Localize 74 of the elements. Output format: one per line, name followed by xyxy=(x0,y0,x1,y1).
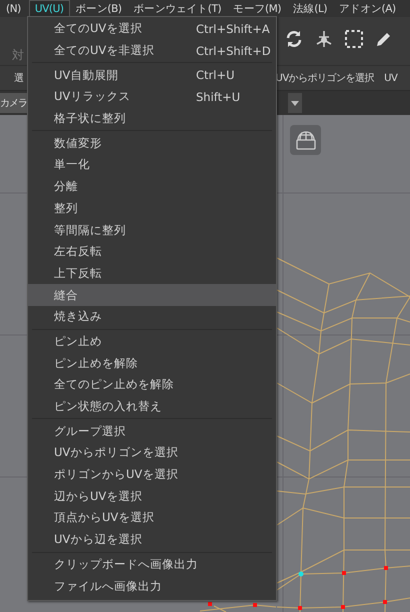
menu-item[interactable]: 格子状に整列 xyxy=(28,108,276,130)
menu-item[interactable]: 頂点からUVを選択 xyxy=(28,507,276,529)
menu-bar-item[interactable]: ボーンウェイト(T) xyxy=(128,0,228,17)
menu-item[interactable]: 縫合 xyxy=(28,284,276,306)
live-button[interactable] xyxy=(290,125,321,155)
menu-item-label: ピン止めを解除 xyxy=(54,356,138,371)
menu-item[interactable]: 全てのピン止めを解除 xyxy=(28,374,276,396)
menu-item[interactable]: 等間隔に整列 xyxy=(28,219,276,241)
menu-item-label: クリップボードへ画像出力 xyxy=(54,556,198,572)
caret-icon xyxy=(291,100,299,106)
menu-item-label: 頂点からUVを選択 xyxy=(54,510,154,526)
menu-item-label: UVリラックス xyxy=(54,89,130,104)
menu-item[interactable]: UVから辺を選択 xyxy=(28,528,276,550)
menu-item[interactable]: 単一化 xyxy=(28,154,276,176)
menu-item[interactable]: クリップボードへ画像出力 xyxy=(28,554,276,576)
menu-item-label: 左右反転 xyxy=(54,244,102,260)
menu-item-label: UVからポリゴンを選択 xyxy=(54,445,178,460)
uv-button[interactable]: UV xyxy=(384,72,398,84)
menu-item[interactable]: 分離 xyxy=(28,176,276,198)
select-label: 選 xyxy=(14,72,24,85)
menu-bar-item[interactable]: アドオン(A) xyxy=(333,0,402,17)
menu-item-label: 焼き込み xyxy=(54,309,102,324)
menu-item[interactable]: ピン状態の入れ替え xyxy=(28,396,276,418)
menu-item[interactable]: UV自動展開 Ctrl+U xyxy=(28,64,276,86)
menu-item-label: 整列 xyxy=(54,200,78,216)
shortcut-label: Ctrl+Shift+A xyxy=(196,22,271,36)
symmetry-label: 対 xyxy=(12,47,24,64)
menu-item-label: 分離 xyxy=(54,179,78,194)
menu-item-label: 数値変形 xyxy=(54,136,102,151)
axis-gizmo-icon[interactable] xyxy=(314,29,334,49)
menu-item[interactable]: 数値変形 xyxy=(28,132,276,154)
menu-item[interactable]: ファイルへ画像出力 xyxy=(28,575,276,597)
menu-item-label: 等間隔に整列 xyxy=(54,222,126,238)
menu-item-label: 縫合 xyxy=(54,288,78,303)
menu-item-label: グループ選択 xyxy=(54,424,126,439)
menu-item-label: 単一化 xyxy=(54,157,90,172)
camera-label: カメラ xyxy=(0,93,27,113)
shortcut-label: Shift+U xyxy=(196,90,242,104)
menu-item[interactable]: 左右反転 xyxy=(28,240,276,263)
menu-bar-item[interactable]: UV(U) xyxy=(28,0,70,17)
globe-icon xyxy=(294,129,316,151)
menu-bar-item[interactable]: (N) xyxy=(0,0,27,17)
menu-item[interactable]: 焼き込み xyxy=(28,306,276,328)
dropdown-button[interactable] xyxy=(288,93,302,113)
menu-item-label: 全てのUVを非選択 xyxy=(54,43,154,58)
box-select-icon[interactable] xyxy=(344,29,364,49)
shortcut-label: Ctrl+Shift+D xyxy=(196,44,272,58)
menu-item[interactable]: ポリゴンからUVを選択 xyxy=(28,464,276,486)
menu-item-label: UV自動展開 xyxy=(54,68,118,83)
menu-item[interactable]: グループ選択 xyxy=(28,420,276,442)
menu-item[interactable]: 全てのUVを非選択 Ctrl+Shift+D xyxy=(28,40,276,62)
menu-item-label: 辺からUVを選択 xyxy=(54,488,142,504)
menu-item-label: ピン状態の入れ替え xyxy=(54,399,162,414)
menu-item[interactable]: 上下反転 xyxy=(28,262,276,284)
menu-item-label: 格子状に整列 xyxy=(54,111,126,126)
menu-bar-item[interactable]: ボーン(B) xyxy=(70,0,128,17)
shortcut-label: Ctrl+U xyxy=(196,68,236,82)
menu-item[interactable]: ピン止めを解除 xyxy=(28,352,276,374)
menu-bar-item[interactable]: 法線(L) xyxy=(287,0,334,17)
menu-item[interactable]: 整列 xyxy=(28,198,276,220)
menu-item[interactable]: ピン止め xyxy=(28,330,276,352)
menu-item-label: 全てのUVを選択 xyxy=(54,21,142,36)
menu-item-label: ポリゴンからUVを選択 xyxy=(54,467,178,482)
menu-item-label: ファイルへ画像出力 xyxy=(54,578,162,594)
menu-item[interactable]: UVリラックス Shift+U xyxy=(28,86,276,108)
menu-item-label: ピン止め xyxy=(54,334,102,349)
menu-item-label: 上下反転 xyxy=(54,266,102,281)
menu-item-label: 全てのピン止めを解除 xyxy=(54,377,174,392)
menu-item[interactable]: 全てのUVを選択 Ctrl+Shift+A xyxy=(28,18,276,40)
menu-item-label: UVから辺を選択 xyxy=(54,532,142,548)
menu-item[interactable]: UVからポリゴンを選択 xyxy=(28,442,276,464)
refresh-icon[interactable] xyxy=(284,29,304,49)
menu-bar-item[interactable]: モーフ(M) xyxy=(227,0,288,17)
menu-item[interactable]: 辺からUVを選択 xyxy=(28,485,276,508)
